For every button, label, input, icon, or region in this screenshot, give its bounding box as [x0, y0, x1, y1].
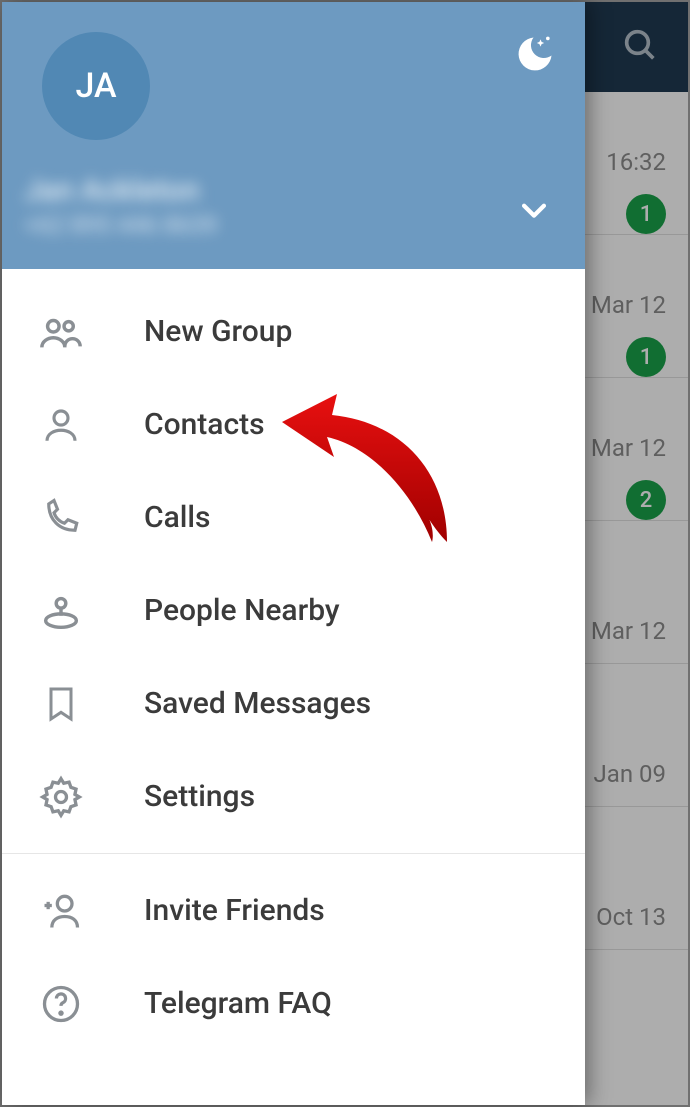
menu-label: Calls	[144, 500, 211, 535]
menu-label: Telegram FAQ	[144, 986, 332, 1021]
menu-saved-messages[interactable]: Saved Messages	[2, 657, 585, 750]
group-icon	[36, 309, 86, 355]
user-info[interactable]: Jan Ackleton +62 895 446 8639	[24, 171, 217, 241]
menu-people-nearby[interactable]: People Nearby	[2, 564, 585, 657]
account-switcher[interactable]	[517, 193, 551, 231]
menu-label: New Group	[144, 314, 292, 349]
menu-label: People Nearby	[144, 593, 340, 628]
user-name: Jan Ackleton	[24, 171, 217, 210]
avatar-initials: JA	[75, 66, 116, 106]
menu-contacts[interactable]: Contacts	[2, 378, 585, 471]
menu-label: Invite Friends	[144, 893, 325, 928]
night-mode-toggle[interactable]	[513, 32, 557, 80]
bookmark-icon	[36, 684, 86, 724]
nav-drawer: JA Jan Ackleton +62 895 446 8639	[2, 2, 585, 1105]
app-root: 16:32 1 Mar 12 1 Mar 12 2 Mar 12 Jan 09 …	[0, 0, 690, 1107]
user-phone: +62 895 446 8639	[24, 210, 217, 241]
phone-icon	[36, 497, 86, 539]
person-icon	[36, 404, 86, 446]
gear-icon	[36, 775, 86, 819]
drawer-header: JA Jan Ackleton +62 895 446 8639	[2, 2, 585, 269]
help-icon	[36, 982, 86, 1026]
menu-label: Settings	[144, 779, 255, 814]
menu-invite-friends[interactable]: Invite Friends	[2, 864, 585, 957]
add-person-icon	[36, 889, 86, 933]
nearby-icon	[36, 588, 86, 634]
menu-settings[interactable]: Settings	[2, 750, 585, 843]
drawer-menu: New Group Contacts Calls	[2, 269, 585, 1105]
menu-new-group[interactable]: New Group	[2, 285, 585, 378]
menu-telegram-faq[interactable]: Telegram FAQ	[2, 957, 585, 1050]
avatar[interactable]: JA	[42, 32, 150, 140]
menu-calls[interactable]: Calls	[2, 471, 585, 564]
menu-label: Saved Messages	[144, 686, 371, 721]
menu-label: Contacts	[144, 407, 265, 442]
menu-divider	[2, 853, 585, 854]
